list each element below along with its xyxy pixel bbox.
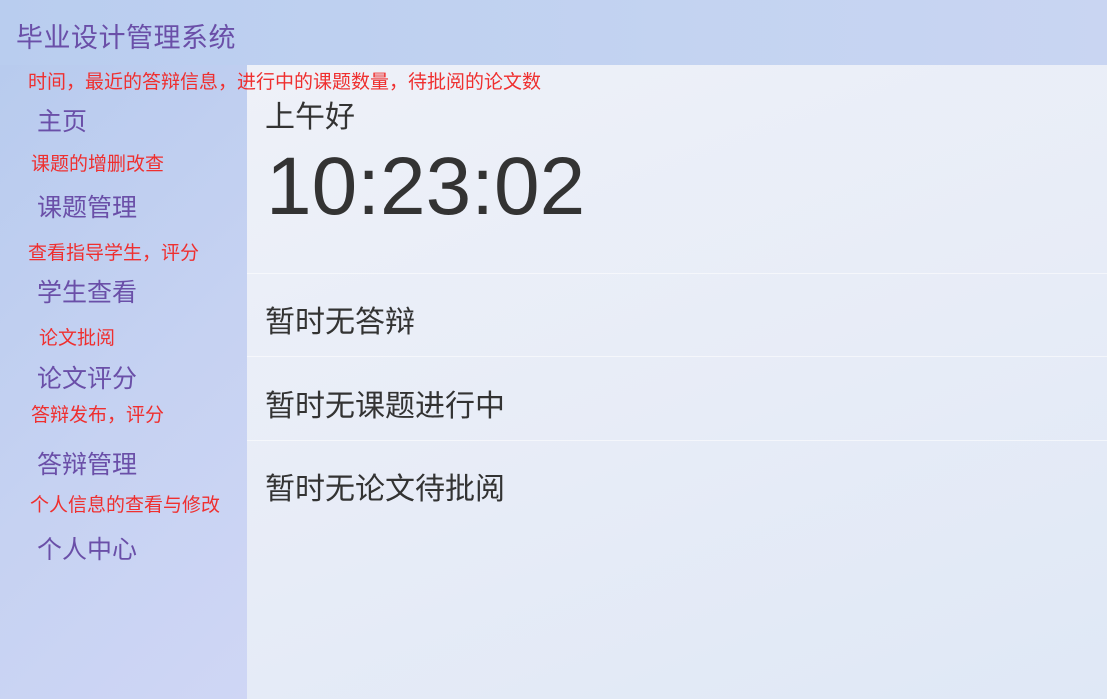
app-title: 毕业设计管理系统 — [16, 23, 236, 54]
divider — [247, 440, 1107, 441]
divider — [247, 273, 1107, 274]
topic-status: 暂时无课题进行中 — [265, 389, 505, 424]
defense-status: 暂时无答辩 — [265, 305, 415, 340]
sidebar-item-home[interactable]: 主页 — [37, 102, 87, 138]
app-header: 毕业设计管理系统 — [0, 0, 1107, 65]
annotation-defense: 答辩发布，评分 — [31, 404, 165, 426]
annotation-papers: 论文批阅 — [39, 327, 116, 349]
sidebar-item-paper-grading[interactable]: 论文评分 — [37, 359, 137, 395]
annotation-dashboard: 时间，最近的答辩信息，进行中的课题数量，待批阅的论文数 — [28, 71, 542, 93]
annotation-topics: 课题的增删改查 — [31, 153, 165, 175]
annotation-profile: 个人信息的查看与修改 — [30, 494, 221, 516]
sidebar-item-profile[interactable]: 个人中心 — [37, 530, 137, 566]
sidebar-item-student-view[interactable]: 学生查看 — [37, 273, 137, 309]
clock-display: 10:23:02 — [266, 141, 586, 232]
paper-status: 暂时无论文待批阅 — [265, 472, 505, 507]
greeting-text: 上午好 — [265, 100, 355, 135]
sidebar-item-topic-management[interactable]: 课题管理 — [37, 188, 137, 224]
sidebar-item-defense-management[interactable]: 答辩管理 — [37, 445, 137, 481]
divider — [247, 356, 1107, 357]
annotation-students: 查看指导学生，评分 — [28, 242, 200, 264]
